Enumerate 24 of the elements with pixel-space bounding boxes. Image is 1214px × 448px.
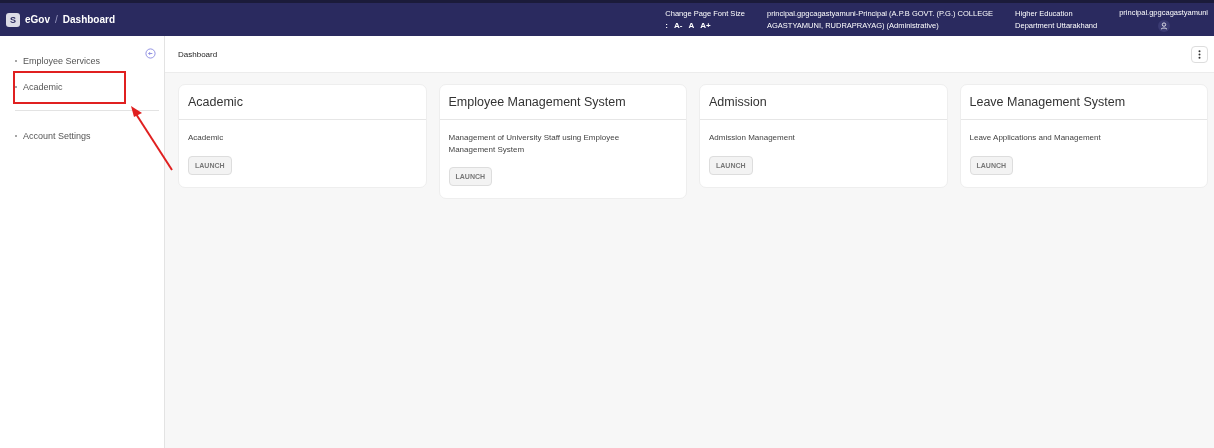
card-description: Leave Applications and Management <box>969 132 1101 144</box>
card-description: Management of University Staff using Employee Management System <box>448 132 621 156</box>
card-title: Employee Management System <box>439 85 686 120</box>
breadcrumb-separator: / <box>55 14 58 25</box>
sidebar-item[interactable]: Employee Services <box>15 48 149 74</box>
more-button[interactable] <box>1191 45 1208 63</box>
app-name: eGov <box>25 14 50 25</box>
sidebar-item[interactable]: Academic <box>15 74 149 100</box>
sidebar-item[interactable]: Account Settings <box>15 123 149 149</box>
card-title: Academic <box>179 85 426 120</box>
font-size-button[interactable]: A <box>688 21 695 30</box>
breadcrumb-page: Dashboard <box>62 14 116 25</box>
more-icon <box>1198 49 1201 59</box>
card-description: Admission Management <box>709 132 795 144</box>
card-description: Academic <box>188 132 224 144</box>
logo: S <box>6 12 20 27</box>
colon: : <box>665 21 668 30</box>
card-title: Leave Management System <box>960 85 1207 120</box>
collapse-icon[interactable] <box>145 48 156 59</box>
font-size-button[interactable]: A- <box>674 21 683 30</box>
font-size-button[interactable]: A+ <box>700 21 711 30</box>
user-icon[interactable] <box>1157 19 1170 32</box>
card-title: Admission <box>700 85 947 120</box>
page-title: Dashboard <box>178 49 218 59</box>
